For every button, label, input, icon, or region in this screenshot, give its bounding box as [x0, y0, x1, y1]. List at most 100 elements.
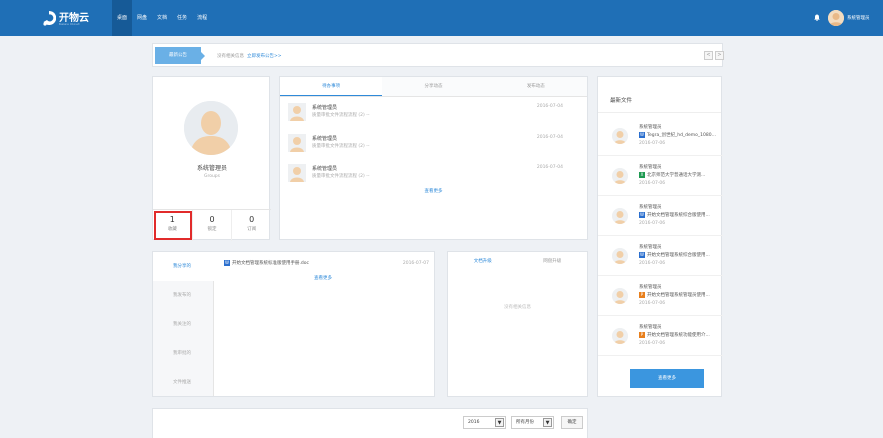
year-select[interactable]: 2016 ▼	[463, 416, 506, 429]
notice-prev-button[interactable]: <	[704, 51, 713, 60]
todo-item-text: 质量审批文件流程流程 (2) --	[312, 174, 370, 179]
excel-file-icon: X	[639, 172, 645, 178]
divider	[598, 112, 721, 113]
recent-file-title: 开始文档管理系统功能使用介...	[647, 333, 710, 338]
logo-icon	[43, 10, 56, 26]
avatar	[288, 134, 306, 152]
tab-share-activity[interactable]: 分享动态	[382, 77, 484, 96]
nav-netdisk[interactable]: 网盘	[132, 0, 152, 36]
upgrade-empty-text: 没有相关信息	[504, 305, 531, 310]
word-file-icon: W	[224, 260, 230, 266]
recent-files-card: 最新文件 系统管理员 W Tegra_创世纪_hd_demo_1080... 20…	[597, 76, 723, 397]
side-item-followed[interactable]: 我关注的	[153, 310, 213, 339]
recent-file-user: 系统管理员	[639, 165, 662, 170]
nav-tasks[interactable]: 任务	[172, 0, 192, 36]
todo-item-user: 系统管理员	[312, 166, 338, 172]
main-nav: 桌面 网盘 文档 任务 流程	[112, 0, 212, 36]
recent-file-item[interactable]: 系统管理员 W 开始文档管理系统综合版使用... 2016-07-06	[598, 197, 723, 236]
recent-file-name[interactable]: W 开始文档管理系统综合版使用...	[639, 212, 710, 218]
ppt-file-icon: P	[639, 332, 645, 338]
avatar	[612, 288, 628, 304]
recent-file-name[interactable]: P 开始文档管理系统管理员使用...	[639, 292, 710, 298]
todo-item-date: 2016-07-04	[536, 165, 563, 170]
user-name[interactable]: 系统管理员	[847, 15, 870, 21]
recent-file-name[interactable]: X 北京师范大学普通话大学测...	[639, 172, 705, 178]
year-select-value: 2016	[468, 420, 480, 425]
bell-icon[interactable]	[814, 14, 820, 21]
nav-documents[interactable]: 文档	[152, 0, 172, 36]
stat-subscribed[interactable]: 0 订阅	[232, 210, 271, 241]
recent-file-item[interactable]: 系统管理员 W Tegra_创世纪_hd_demo_1080... 2016-07…	[598, 117, 723, 156]
profile-avatar	[184, 101, 238, 155]
notice-message: 没有相关信息	[217, 54, 244, 59]
recent-file-name[interactable]: W Tegra_创世纪_hd_demo_1080...	[639, 132, 716, 138]
todo-item-text: 质量审批文件流程流程 (2) --	[312, 113, 370, 118]
notice-arrow	[201, 52, 205, 60]
recent-file-name[interactable]: W 开始文档管理系统综合版使用...	[639, 252, 710, 258]
logo-subtitle: Kaiwu Cloud	[59, 22, 80, 26]
user-avatar[interactable]	[828, 10, 844, 26]
profile-name: 系统管理员	[196, 165, 227, 172]
stat-locked-count: 0	[209, 215, 215, 224]
doc-name[interactable]: W 开始文档管理系统标准版使用手册.doc	[224, 260, 309, 266]
my-docs-card: 我分享的 我发布的 我关注的 我审批的 文件推送 W 开始文档管理系统标准版使用手…	[152, 251, 435, 397]
chevron-down-icon: ▼	[495, 418, 504, 427]
top-bar: 开物云 Kaiwu Cloud 桌面 网盘 文档 任务 流程 系统管理员	[0, 0, 883, 36]
todo-item[interactable]: 系统管理员 质量审批文件流程流程 (2) -- 2016-07-04	[288, 102, 581, 128]
todo-item[interactable]: 系统管理员 质量审批文件流程流程 (2) -- 2016-07-04	[288, 133, 581, 159]
todo-item-user: 系统管理员	[312, 105, 338, 111]
todo-more-link[interactable]: 查看更多	[280, 188, 587, 194]
recent-file-user: 系统管理员	[639, 245, 662, 250]
side-item-push[interactable]: 文件推送	[153, 368, 213, 397]
recent-file-user: 系统管理员	[639, 205, 662, 210]
stat-favorites[interactable]: 1 收藏	[153, 210, 193, 241]
month-select[interactable]: 所有月份 ▼	[511, 416, 554, 429]
bottom-filter-card: 2016 ▼ 所有月份 ▼ 确定	[152, 408, 588, 438]
recent-file-title: 开始文档管理系统管理员使用...	[647, 293, 710, 298]
recent-files-title: 最新文件	[610, 98, 633, 104]
side-item-shared[interactable]: 我分享的	[153, 252, 215, 281]
confirm-button[interactable]: 确定	[561, 416, 583, 429]
profile-stats: 1 收藏 0 锁定 0 订阅	[153, 209, 271, 241]
stat-locked[interactable]: 0 锁定	[193, 210, 233, 241]
todo-card: 待办事项 分享动态 发布动态 系统管理员 质量审批文件流程流程 (2) -- 2…	[279, 76, 588, 240]
tab-doc-upgrade[interactable]: 文档升级	[448, 252, 518, 272]
tab-publish-activity[interactable]: 发布动态	[485, 77, 587, 96]
side-item-approved[interactable]: 我审批的	[153, 339, 213, 368]
todo-item-date: 2016-07-04	[536, 135, 563, 140]
tab-netdisk-upgrade[interactable]: 网盘升级	[518, 252, 588, 272]
ppt-file-icon: P	[639, 292, 645, 298]
nav-desktop[interactable]: 桌面	[112, 0, 133, 36]
my-docs-sidebar: 我分享的 我发布的 我关注的 我审批的 文件推送	[153, 252, 215, 397]
todo-item[interactable]: 系统管理员 质量审批文件流程流程 (2) -- 2016-07-04	[288, 163, 581, 189]
recent-file-item[interactable]: 系统管理员 P 开始文档管理系统管理员使用... 2016-07-06	[598, 277, 723, 316]
doc-more-link[interactable]: 查看更多	[314, 275, 332, 281]
recent-file-date: 2016-07-06	[639, 181, 666, 186]
tab-todo[interactable]: 待办事项	[280, 77, 383, 96]
recent-more-button[interactable]: 查看更多	[630, 369, 704, 388]
profile-group: Groups	[203, 174, 221, 179]
recent-file-name[interactable]: P 开始文档管理系统功能使用介...	[639, 332, 710, 338]
word-file-icon: W	[639, 252, 645, 258]
recent-file-date: 2016-07-06	[639, 341, 666, 346]
recent-file-title: 开始文档管理系统综合版使用...	[647, 213, 710, 218]
recent-file-user: 系统管理员	[639, 285, 662, 290]
side-item-published[interactable]: 我发布的	[153, 281, 213, 310]
stat-favorites-count: 1	[169, 215, 175, 224]
notice-text: 没有相关信息 立即发布公告>>	[217, 53, 282, 59]
todo-item-user: 系统管理员	[312, 136, 338, 142]
todo-tabs: 待办事项 分享动态 发布动态	[280, 77, 587, 97]
doc-row[interactable]: W 开始文档管理系统标准版使用手册.doc 2016-07-07	[224, 260, 429, 270]
recent-file-item[interactable]: 系统管理员 P 开始文档管理系统功能使用介... 2016-07-06	[598, 317, 723, 356]
todo-item-text: 质量审批文件流程流程 (2) --	[312, 144, 370, 149]
avatar	[612, 328, 628, 344]
recent-file-title: 北京师范大学普通话大学测...	[647, 173, 706, 178]
todo-item-date: 2016-07-04	[536, 104, 563, 109]
notice-label: 最新公告	[155, 47, 201, 64]
recent-file-item[interactable]: 系统管理员 X 北京师范大学普通话大学测... 2016-07-06	[598, 157, 723, 196]
notice-next-button[interactable]: >	[715, 51, 724, 60]
publish-notice-link[interactable]: 立即发布公告>>	[247, 54, 282, 59]
nav-workflow[interactable]: 流程	[192, 0, 212, 36]
chevron-down-icon: ▼	[543, 418, 552, 427]
recent-file-item[interactable]: 系统管理员 W 开始文档管理系统综合版使用... 2016-07-06	[598, 237, 723, 276]
